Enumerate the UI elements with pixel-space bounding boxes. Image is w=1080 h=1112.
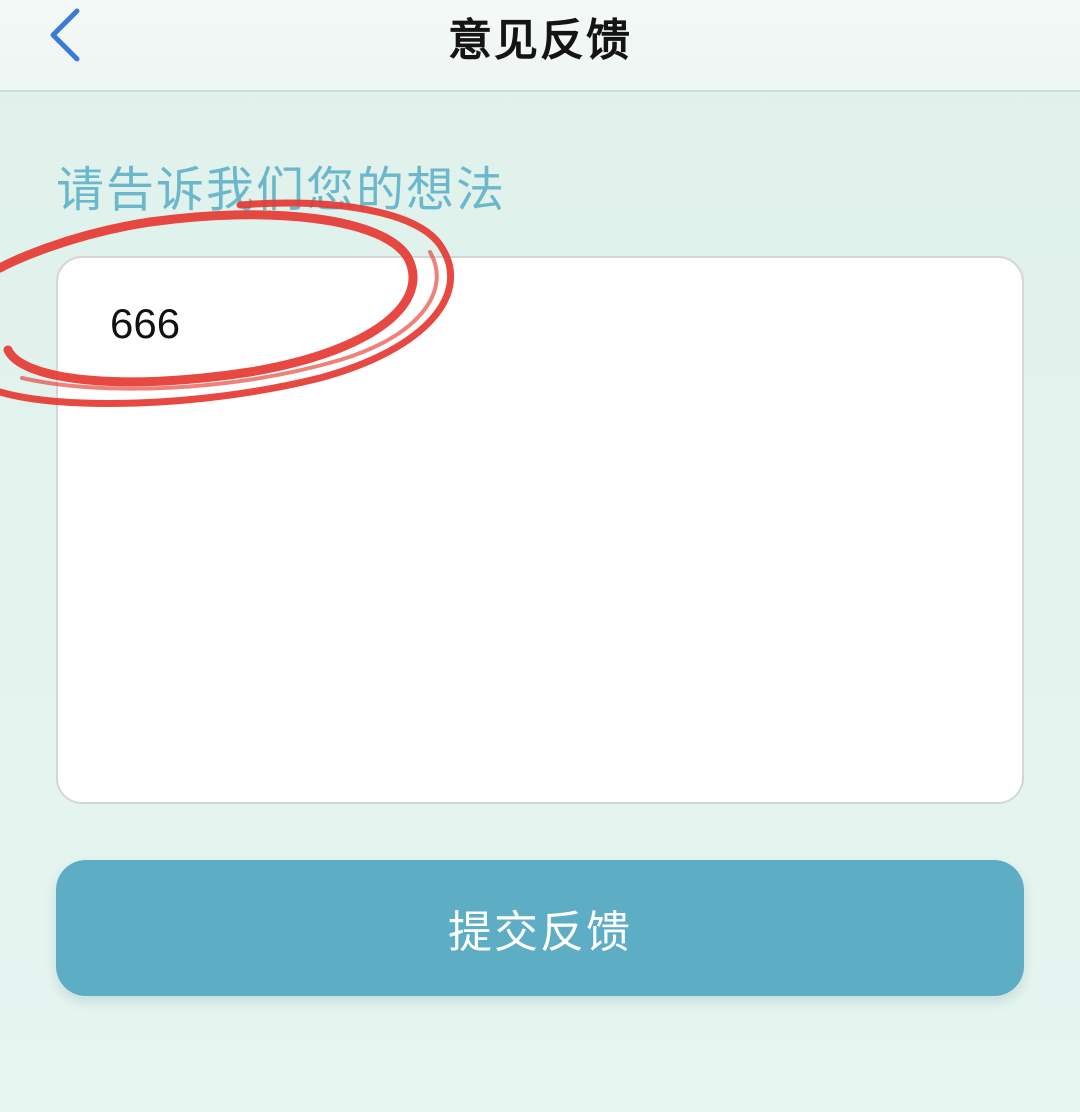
page-title: 意见反馈: [448, 15, 632, 66]
navigation-bar: 意见反馈: [0, 0, 1080, 92]
feedback-textarea[interactable]: 666: [56, 256, 1024, 804]
submit-feedback-button[interactable]: 提交反馈: [56, 860, 1024, 996]
submit-button-label: 提交反馈: [448, 907, 632, 958]
feedback-screen: 意见反馈 请告诉我们您的想法 666 提交反馈: [0, 0, 1080, 1112]
feedback-prompt: 请告诉我们您的想法: [56, 162, 507, 218]
feedback-input-value: 666: [110, 300, 181, 347]
